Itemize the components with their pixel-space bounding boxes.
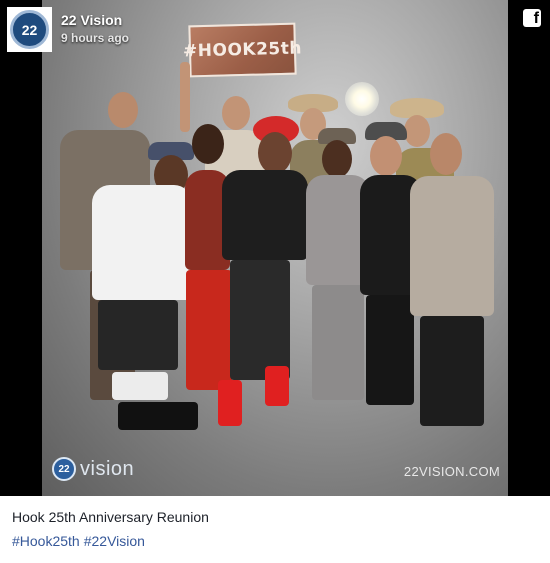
author-avatar[interactable]: 22 xyxy=(7,7,52,52)
hashtag-sign: #HOOK25th xyxy=(183,22,302,78)
social-post: #HOOK25th 22 vision 22VISION.COM 22 22 V… xyxy=(0,0,550,563)
facebook-icon[interactable]: f xyxy=(523,9,541,27)
hashtag-list: #Hook25th #22Vision xyxy=(12,533,145,549)
watermark-logo-icon: 22 xyxy=(52,457,76,481)
post-caption: Hook 25th Anniversary Reunion xyxy=(12,509,209,525)
hashtag-link[interactable]: #Hook25th xyxy=(12,533,80,549)
author-name[interactable]: 22 Vision xyxy=(61,12,122,28)
avatar-logo-icon: 22 xyxy=(10,10,49,49)
watermark-url: 22VISION.COM xyxy=(403,464,500,479)
hashtag-link[interactable]: #22Vision xyxy=(84,533,145,549)
watermark-brand: vision xyxy=(80,457,135,480)
photo-watermark: 22 vision xyxy=(52,457,134,481)
post-photo[interactable]: #HOOK25th 22 vision 22VISION.COM 22 22 V… xyxy=(0,0,550,496)
light-flare xyxy=(345,82,379,116)
post-timestamp[interactable]: 9 hours ago xyxy=(61,31,129,45)
sign-text: #HOOK25th xyxy=(182,38,303,62)
